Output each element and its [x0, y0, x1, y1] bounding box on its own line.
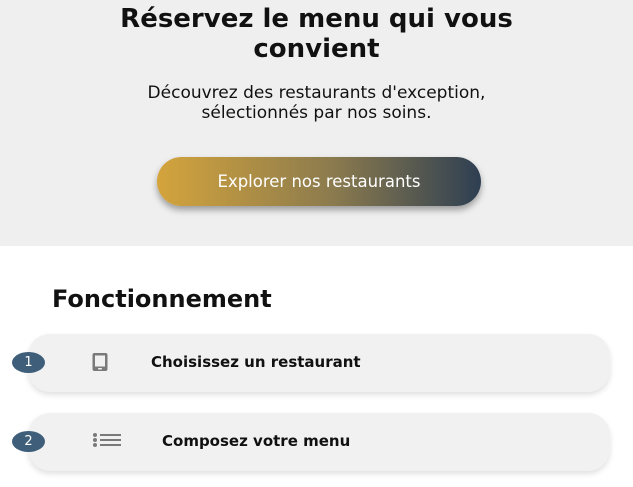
hero-section: Réservez le menu qui vous convient Décou… — [0, 0, 633, 246]
hero-subtitle-line-2: sélectionnés par nos soins. — [201, 103, 432, 123]
step-number-badge: 2 — [12, 431, 45, 452]
explore-restaurants-button[interactable]: Explorer nos restaurants — [157, 157, 481, 206]
hero-subtitle-line-1: Découvrez des restaurants d'exception, — [147, 83, 486, 103]
hero-title: Réservez le menu qui vous convient — [0, 4, 633, 64]
step-number-badge: 1 — [12, 352, 45, 373]
hero-title-line-2: convient — [253, 34, 380, 64]
step-card-choose-restaurant[interactable]: 1 Choisissez un restaurant — [12, 334, 610, 392]
step-label: Choisissez un restaurant — [151, 353, 361, 371]
hero-subtitle: Découvrez des restaurants d'exception, s… — [0, 83, 633, 123]
list-icon — [92, 432, 122, 453]
tablet-icon — [91, 352, 109, 377]
hero-title-line-1: Réservez le menu qui vous — [120, 4, 513, 34]
step-card-compose-menu[interactable]: 2 Composez votre menu — [12, 413, 610, 471]
section-title: Fonctionnement — [52, 285, 272, 313]
step-label: Composez votre menu — [162, 432, 351, 450]
